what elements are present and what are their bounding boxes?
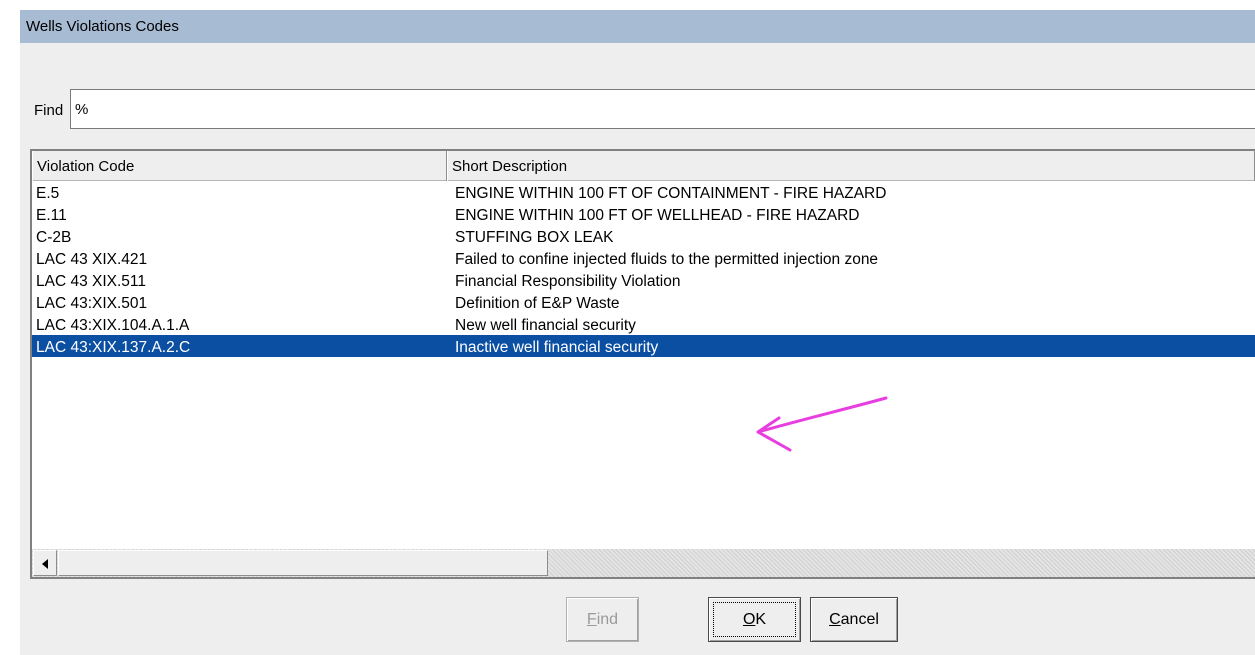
column-header-violation-code[interactable]: Violation Code [32, 151, 447, 181]
title-bar: Wells Violations Codes [20, 10, 1255, 43]
scrollbar-thumb[interactable] [58, 550, 548, 576]
ok-mnemonic: O [742, 610, 756, 628]
short-description-cell: Financial Responsibility Violation [455, 273, 681, 290]
horizontal-scrollbar[interactable] [32, 549, 1255, 577]
table-row[interactable]: LAC 43:XIX.104.A.1.A New well financial … [32, 313, 1255, 335]
short-description-cell: ENGINE WITHIN 100 FT OF WELLHEAD - FIRE … [455, 207, 860, 224]
table-row[interactable]: E.11 ENGINE WITHIN 100 FT OF WELLHEAD - … [32, 203, 1255, 225]
find-mnemonic: F [586, 610, 597, 628]
table-row[interactable]: LAC 43:XIX.501 Definition of E&P Waste [32, 291, 1255, 313]
scroll-left-arrow-icon[interactable] [33, 550, 57, 576]
cancel-mnemonic: C [829, 610, 841, 628]
find-input[interactable] [70, 89, 1255, 129]
cancel-button[interactable]: Cancel [810, 597, 898, 642]
violation-code-cell: E.11 [36, 207, 67, 224]
short-description-cell: Definition of E&P Waste [455, 295, 620, 312]
table-row[interactable]: LAC 43 XIX.421 Failed to confine injecte… [32, 247, 1255, 269]
short-description-cell: ENGINE WITHIN 100 FT OF CONTAINMENT - FI… [455, 185, 887, 202]
table-row[interactable]: LAC 43 XIX.511 Financial Responsibility … [32, 269, 1255, 291]
violations-dialog: Wells Violations Codes Find Violation Co… [0, 0, 1255, 655]
violation-code-cell: LAC 43 XIX.421 [36, 251, 148, 268]
cancel-label-rest: ancel [840, 610, 879, 628]
violation-code-cell: LAC 43:XIX.501 [36, 295, 148, 312]
ok-button[interactable]: OK [708, 597, 801, 642]
find-label: Find [34, 102, 64, 119]
violation-codes-table[interactable]: Violation Code Short Description E.5 ENG… [30, 149, 1255, 579]
violation-code-cell: LAC 43:XIX.104.A.1.A [36, 317, 190, 334]
violation-code-cell: C-2B [36, 229, 72, 246]
find-button[interactable]: Find [566, 597, 639, 642]
table-header: Violation Code Short Description [32, 151, 1255, 181]
find-label-rest: ind [596, 610, 619, 628]
table-row[interactable]: C-2B STUFFING BOX LEAK [32, 225, 1255, 247]
short-description-cell: Inactive well financial security [455, 339, 659, 356]
short-description-cell: Failed to confine injected fluids to the… [455, 251, 879, 268]
violation-code-cell: LAC 43:XIX.137.A.2.C [36, 339, 191, 356]
table-body: E.5 ENGINE WITHIN 100 FT OF CONTAINMENT … [32, 181, 1255, 357]
column-header-short-description[interactable]: Short Description [447, 151, 1255, 181]
ok-label-rest: K [755, 610, 767, 628]
short-description-cell: New well financial security [455, 317, 636, 334]
window-title: Wells Violations Codes [26, 18, 179, 35]
table-row-selected[interactable]: LAC 43:XIX.137.A.2.C Inactive well finan… [32, 335, 1255, 357]
violation-code-cell: LAC 43 XIX.511 [36, 273, 147, 290]
violation-code-cell: E.5 [36, 185, 60, 202]
table-row[interactable]: E.5 ENGINE WITHIN 100 FT OF CONTAINMENT … [32, 181, 1255, 203]
short-description-cell: STUFFING BOX LEAK [455, 229, 614, 246]
